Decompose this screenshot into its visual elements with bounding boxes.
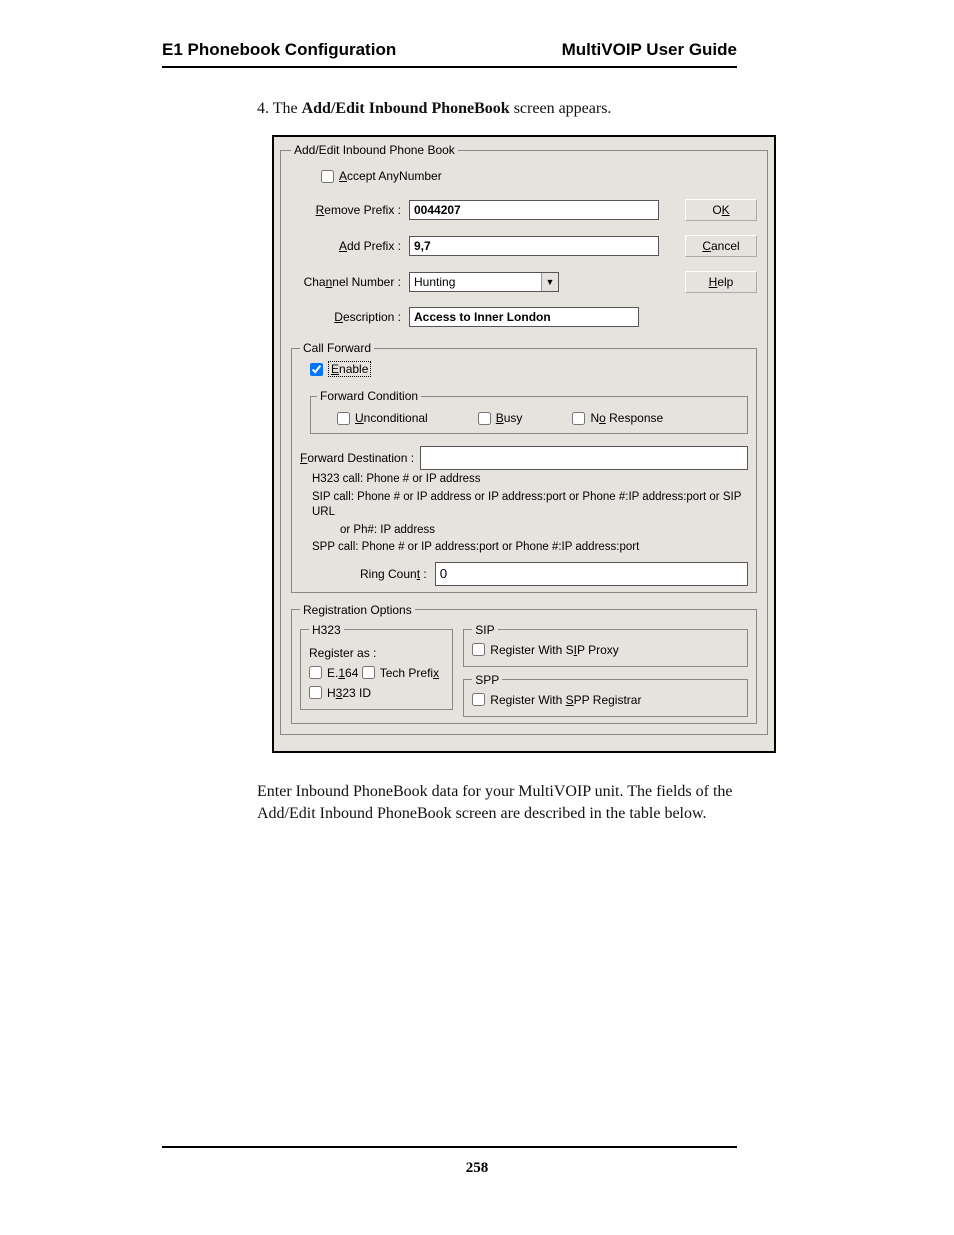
registration-options-group: Registration Options H323 Register as : … — [291, 603, 757, 724]
header-left: E1 Phonebook Configuration — [162, 40, 396, 60]
ring-count-label: Ring Count : — [360, 567, 427, 581]
sip-title: SIP — [472, 623, 497, 637]
register-spp-checkbox[interactable]: Register With SPP Registrar — [472, 693, 641, 707]
accept-any-box[interactable] — [321, 170, 334, 183]
unconditional-checkbox[interactable]: Unconditional — [337, 411, 428, 425]
main-groupbox: Add/Edit Inbound Phone Book Accept AnyNu… — [280, 143, 768, 735]
hint-sip2: or Ph#: IP address — [340, 523, 748, 539]
add-prefix-input[interactable] — [409, 236, 659, 256]
intro-text: 4. The Add/Edit Inbound PhoneBook screen… — [257, 98, 737, 120]
ok-button[interactable]: OK — [685, 199, 757, 221]
call-forward-title: Call Forward — [300, 341, 374, 355]
e164-checkbox[interactable]: E.164 — [309, 666, 358, 680]
cancel-button[interactable]: Cancel — [685, 235, 757, 257]
hint-h323: H323 call: Phone # or IP address — [312, 472, 748, 488]
groupbox-title: Add/Edit Inbound Phone Book — [291, 143, 458, 157]
help-button[interactable]: Help — [685, 271, 757, 293]
description-input[interactable] — [409, 307, 639, 327]
add-prefix-label: Add Prefix : — [291, 239, 409, 253]
call-forward-group: Call Forward Enable Forward Condition Un… — [291, 341, 757, 593]
register-sip-checkbox[interactable]: Register With SIP Proxy — [472, 643, 619, 657]
forward-dest-label: Forward Destination : — [300, 451, 414, 465]
remove-prefix-label: Remove Prefix : — [291, 203, 409, 217]
chevron-down-icon: ▼ — [541, 273, 558, 291]
accept-any-label: Accept AnyNumber — [339, 169, 442, 183]
sip-group: SIP Register With SIP Proxy — [463, 623, 748, 667]
register-as-label: Register as : — [309, 646, 444, 660]
h323-group: H323 Register as : E.164 Tech Prefix — [300, 623, 453, 710]
remove-prefix-input[interactable] — [409, 200, 659, 220]
busy-checkbox[interactable]: Busy — [478, 411, 523, 425]
accept-any-checkbox[interactable]: Accept AnyNumber — [321, 169, 442, 183]
channel-label: Channel Number : — [291, 275, 409, 289]
enable-box[interactable] — [310, 363, 323, 376]
dialog-screenshot: Add/Edit Inbound Phone Book Accept AnyNu… — [272, 135, 776, 753]
forward-dest-input[interactable] — [420, 446, 748, 470]
ring-count-input[interactable] — [435, 562, 748, 586]
page-header: E1 Phonebook Configuration MultiVOIP Use… — [162, 40, 737, 68]
footer-rule — [162, 1146, 737, 1148]
page-number: 258 — [97, 1160, 857, 1177]
hint-spp: SPP call: Phone # or IP address:port or … — [312, 540, 748, 556]
enable-label: Enable — [328, 361, 371, 377]
h323-title: H323 — [309, 623, 344, 637]
spp-title: SPP — [472, 673, 502, 687]
outro-text: Enter Inbound PhoneBook data for your Mu… — [257, 781, 737, 826]
registration-options-title: Registration Options — [300, 603, 415, 617]
enable-checkbox[interactable]: Enable — [310, 361, 371, 377]
hint-sip: SIP call: Phone # or IP address or IP ad… — [312, 490, 748, 521]
channel-value: Hunting — [414, 275, 455, 289]
channel-dropdown[interactable]: Hunting ▼ — [409, 272, 559, 292]
h323id-checkbox[interactable]: H323 ID — [309, 686, 371, 700]
tech-prefix-checkbox[interactable]: Tech Prefix — [362, 666, 439, 680]
header-right: MultiVOIP User Guide — [562, 40, 737, 60]
description-label: Description : — [291, 310, 409, 324]
spp-group: SPP Register With SPP Registrar — [463, 673, 748, 717]
forward-condition-group: Forward Condition Unconditional Busy — [310, 389, 748, 434]
forward-condition-title: Forward Condition — [317, 389, 421, 403]
no-response-checkbox[interactable]: No Response — [572, 411, 663, 425]
